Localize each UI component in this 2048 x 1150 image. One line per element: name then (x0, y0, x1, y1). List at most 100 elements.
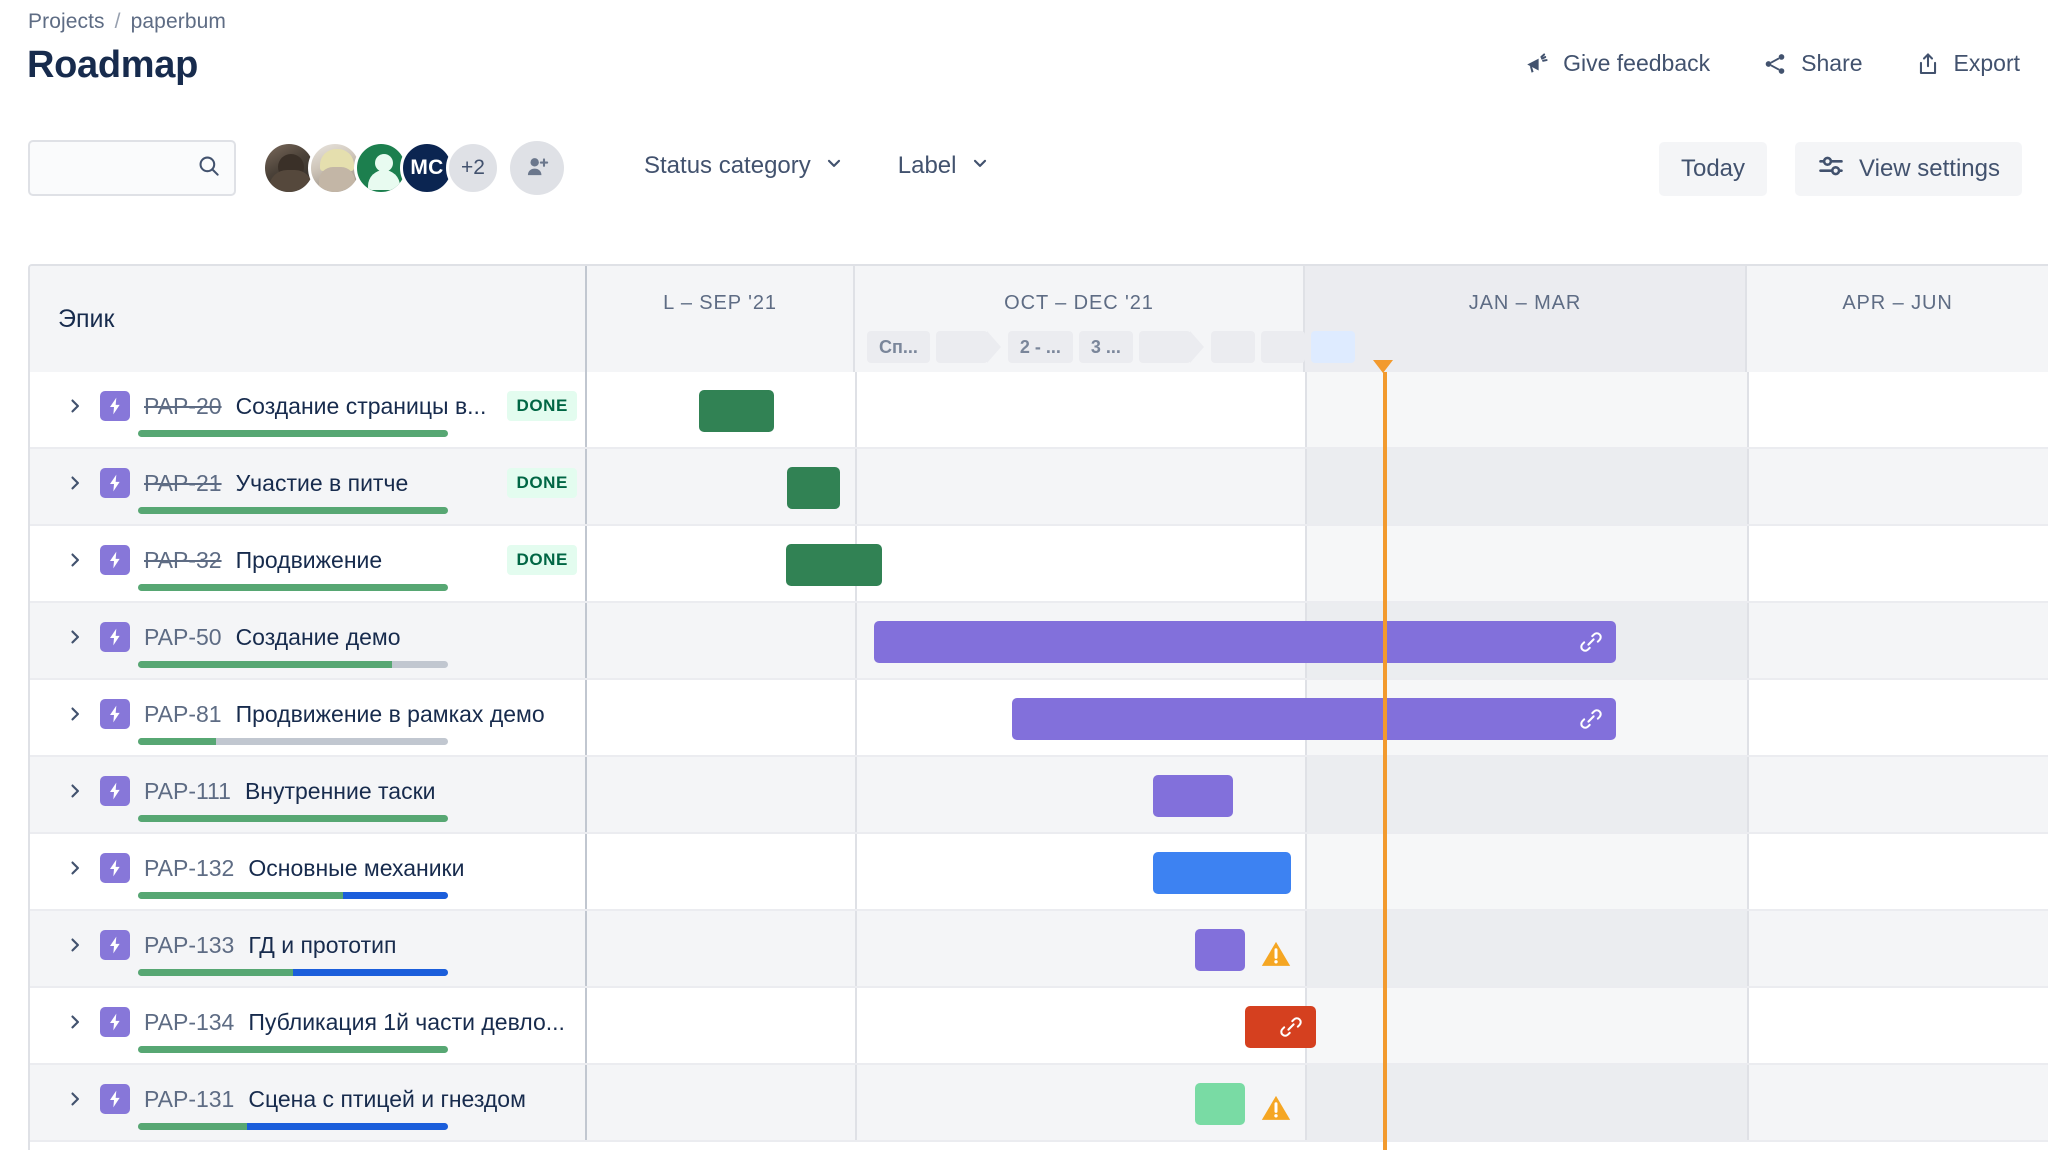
timeline-bar[interactable] (1012, 698, 1616, 740)
table-row[interactable]: PAP-131 Сцена с птицей и гнездом (30, 1065, 2048, 1142)
table-row[interactable]: PAP-50 Создание демо (30, 603, 2048, 680)
sprint-chip[interactable] (1210, 331, 1255, 363)
sprint-chip[interactable] (935, 331, 1001, 363)
label-filter[interactable]: Label (894, 144, 994, 188)
give-feedback-label: Give feedback (1563, 50, 1711, 76)
filters: Status category Label (640, 144, 994, 188)
issue-key[interactable]: PAP-131 (144, 1086, 234, 1113)
issue-key[interactable]: PAP-21 (144, 470, 222, 497)
issue-summary[interactable]: Сцена с птицей и гнездом (248, 1086, 587, 1113)
timeline-lane[interactable] (587, 1065, 2048, 1140)
search-input[interactable] (42, 156, 196, 180)
view-settings-button[interactable]: View settings (1795, 142, 2022, 196)
timeline-lane[interactable] (587, 680, 2048, 755)
export-button[interactable]: Export (1913, 46, 2022, 81)
timeline-bar[interactable] (1153, 775, 1233, 817)
timeline-header: Эпик L – SEP '21 OCT – DEC '21 JAN – MAR AP… (30, 266, 2048, 372)
timeline-bar[interactable] (1195, 1083, 1245, 1125)
sprint-chip[interactable] (1310, 331, 1355, 363)
breadcrumb-projects[interactable]: Projects (28, 10, 105, 34)
avatar-group: MC +2 (262, 141, 564, 195)
issue-key[interactable]: PAP-111 (144, 778, 231, 805)
timeline-bar[interactable] (787, 467, 840, 509)
issue-key[interactable]: PAP-134 (144, 1009, 234, 1036)
timeline-bar[interactable] (1195, 929, 1245, 971)
timeline-lane[interactable] (587, 911, 2048, 986)
progress-segment-done (138, 738, 216, 745)
timeline-lane[interactable] (587, 834, 2048, 909)
status-badge: DONE (507, 391, 577, 421)
chevron-right-icon[interactable] (64, 627, 86, 647)
issue-key[interactable]: PAP-50 (144, 624, 222, 651)
epic-cell: PAP-132 Основные механики (30, 834, 587, 909)
table-row[interactable]: PAP-111 Внутренние таски (30, 757, 2048, 834)
issue-summary[interactable]: ГД и прототип (248, 932, 587, 959)
quarter-divider (1305, 1065, 1307, 1140)
table-row[interactable]: PAP-133 ГД и прототип (30, 911, 2048, 988)
breadcrumb: Projects / paperbum (28, 10, 226, 34)
table-row[interactable]: PAP-20 Создание страницы в... DONE (30, 372, 2048, 449)
issue-summary[interactable]: Продвижение в рамках демо (236, 701, 587, 728)
table-row[interactable]: PAP-32 Продвижение DONE (30, 526, 2048, 603)
timeline-lane[interactable] (587, 449, 2048, 524)
timeline-bar[interactable] (786, 544, 882, 586)
table-row[interactable]: PAP-21 Участие в питче DONE (30, 449, 2048, 526)
chevron-right-icon[interactable] (64, 473, 86, 493)
chevron-right-icon[interactable] (64, 550, 86, 570)
issue-summary[interactable]: Продвижение (236, 547, 494, 574)
timeline-lane[interactable] (587, 526, 2048, 601)
issue-summary[interactable]: Основные механики (248, 855, 587, 882)
timeline-lane[interactable] (587, 372, 2048, 447)
sprint-chip[interactable]: 2 - ... (1007, 331, 1073, 363)
timeline-bar[interactable] (1245, 1006, 1316, 1048)
chevron-right-icon[interactable] (64, 1089, 86, 1109)
issue-summary[interactable]: Внутренние таски (245, 778, 587, 805)
sprint-chip[interactable] (1260, 331, 1305, 363)
timeline-lane[interactable] (587, 757, 2048, 832)
table-row[interactable]: PAP-81 Продвижение в рамках демо (30, 680, 2048, 757)
share-button[interactable]: Share (1760, 46, 1864, 81)
table-row[interactable]: PAP-134 Публикация 1й части девло... (30, 988, 2048, 1065)
issue-key[interactable]: PAP-133 (144, 932, 234, 959)
issue-key[interactable]: PAP-132 (144, 855, 234, 882)
warning-icon[interactable] (1259, 937, 1293, 976)
table-row[interactable]: PAP-132 Основные механики (30, 834, 2048, 911)
progress-bar (138, 738, 448, 745)
roadmap-grid: Эпик L – SEP '21 OCT – DEC '21 JAN – MAR AP… (28, 264, 2048, 1150)
quarter-divider (1747, 1065, 1749, 1140)
issue-key[interactable]: PAP-20 (144, 393, 222, 420)
sprint-chip[interactable] (1138, 331, 1204, 363)
issue-summary[interactable]: Публикация 1й части девло... (248, 1009, 587, 1036)
chevron-right-icon[interactable] (64, 1012, 86, 1032)
epic-icon (100, 930, 130, 960)
chevron-right-icon[interactable] (64, 396, 86, 416)
issue-summary[interactable]: Участие в питче (236, 470, 494, 497)
timeline-bar[interactable] (874, 621, 1616, 663)
search-box[interactable] (28, 140, 236, 196)
issue-key[interactable]: PAP-81 (144, 701, 222, 728)
timeline-lane[interactable] (587, 988, 2048, 1063)
progress-segment-done (138, 584, 448, 591)
today-button[interactable]: Today (1658, 142, 1768, 196)
timeline-lane[interactable] (587, 603, 2048, 678)
sprint-chip[interactable]: 3 ... (1078, 331, 1133, 363)
status-category-filter[interactable]: Status category (640, 144, 848, 188)
chevron-right-icon[interactable] (64, 935, 86, 955)
sprint-chip[interactable]: Сп... (867, 331, 930, 363)
chevron-right-icon[interactable] (64, 858, 86, 878)
chevron-right-icon[interactable] (64, 704, 86, 724)
give-feedback-button[interactable]: Give feedback (1522, 46, 1712, 81)
warning-icon[interactable] (1259, 1091, 1293, 1130)
timeline-bar[interactable] (1153, 852, 1291, 894)
add-people-button[interactable] (510, 141, 564, 195)
quarter-divider (855, 988, 857, 1063)
issue-summary[interactable]: Создание страницы в... (236, 393, 494, 420)
issue-key[interactable]: PAP-32 (144, 547, 222, 574)
breadcrumb-project[interactable]: paperbum (131, 10, 226, 34)
avatar-overflow-count[interactable]: +2 (446, 141, 500, 195)
chevron-right-icon[interactable] (64, 781, 86, 801)
quarter-header: APR – JUN (1747, 266, 2048, 372)
progress-bar (138, 1046, 448, 1053)
timeline-bar[interactable] (699, 390, 774, 432)
issue-summary[interactable]: Создание демо (236, 624, 587, 651)
